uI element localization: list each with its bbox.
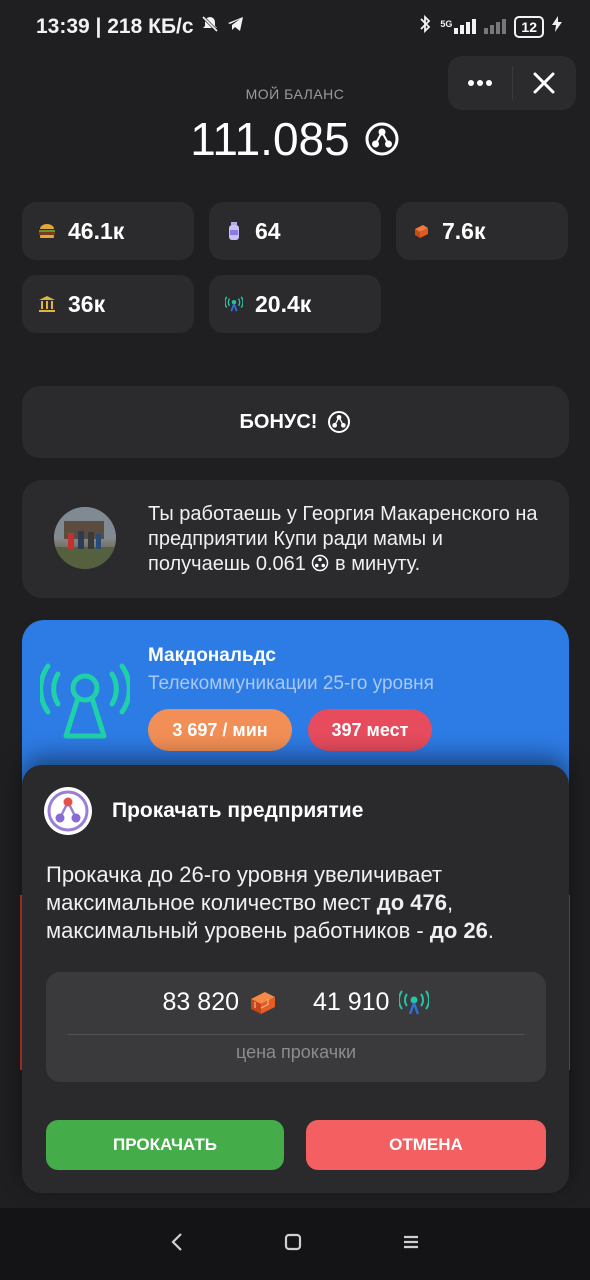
resource-tile-burgers[interactable]: 46.1к [22, 202, 194, 260]
price-antennas: 41 910 [313, 988, 390, 1016]
balance-value: 111.085 [190, 113, 350, 165]
dialog-title: Прокачать предприятие [112, 799, 364, 822]
price-row: 83 820 41 910 [46, 988, 546, 1017]
system-nav-bar [0, 1208, 590, 1280]
upgrade-button[interactable]: ПРОКАЧАТЬ [46, 1120, 284, 1170]
antenna-icon [399, 989, 430, 1014]
resource-tile-bricks[interactable]: 7.6к [396, 202, 568, 260]
balance-label: МОЙ БАЛАНС [245, 86, 345, 102]
employer-avatar [54, 507, 116, 569]
price-divider [68, 1034, 524, 1035]
status-right: 5G 12 [418, 14, 562, 39]
price-box: 83 820 41 910 цена прокачки [46, 972, 546, 1082]
network-label: 5G [440, 19, 453, 29]
desc-text: . [487, 918, 494, 943]
telegram-icon [226, 14, 246, 40]
status-time-speed: 13:39 | 218 КБ/с [36, 15, 194, 38]
resource-value: 7.6к [442, 217, 486, 244]
coin-icon [365, 122, 399, 156]
upgrade-icon [44, 787, 92, 835]
bonus-button[interactable]: БОНУС! [22, 386, 569, 458]
resource-value: 46.1к [68, 217, 125, 244]
brick-icon [412, 222, 430, 240]
coin-icon [312, 554, 329, 572]
company-subtitle: Телекоммуникации 25-го уровня [148, 673, 434, 694]
status-left: 13:39 | 218 КБ/с [36, 14, 246, 40]
employer-text: Ты работаешь у Георгия Макаренского на п… [148, 502, 548, 577]
home-icon [284, 1233, 302, 1250]
menu-icon [404, 1235, 418, 1248]
bank-icon [38, 295, 56, 313]
company-name: Макдональдс [148, 645, 276, 666]
brick-icon [251, 991, 275, 1014]
burger-icon [38, 222, 56, 240]
resource-tile-bank[interactable]: 36к [22, 275, 194, 333]
desc-seats-value: до 476 [376, 890, 448, 915]
cancel-button[interactable]: ОТМЕНА [306, 1120, 546, 1170]
income-rate-badge: 3 697 / мин [148, 709, 292, 751]
resource-value: 36к [68, 290, 106, 317]
employer-card[interactable]: Ты работаешь у Георгия Макаренского на п… [22, 480, 569, 598]
dialog-description: Прокачка до 26-го уровня увеличивает мак… [46, 861, 556, 945]
balance-value-row: 111.085 [0, 112, 590, 166]
bluetooth-icon [418, 14, 432, 39]
home-button[interactable] [284, 1233, 302, 1256]
bell-muted-icon [200, 14, 220, 40]
telecom-tower-icon [38, 654, 132, 749]
resource-value: 64 [255, 217, 281, 244]
battery-indicator: 12 [514, 15, 544, 38]
bonus-label: БОНУС! [239, 410, 318, 433]
signal-icon [484, 19, 507, 34]
charging-icon [552, 16, 562, 37]
back-button[interactable] [170, 1232, 184, 1257]
resource-value: 20.4к [255, 290, 312, 317]
price-label: цена прокачки [235, 1042, 357, 1062]
seats-badge: 397 мест [308, 709, 432, 751]
bottle-icon [225, 222, 243, 240]
desc-level-value: до 26 [429, 918, 488, 943]
status-bar: 13:39 | 218 КБ/с 5G 12 [0, 0, 590, 54]
price-bricks: 83 820 [162, 988, 239, 1016]
back-icon [171, 1232, 182, 1251]
coin-icon [328, 411, 351, 433]
antenna-icon [225, 295, 243, 313]
employer-description-suffix: в минуту. [335, 553, 421, 575]
menu-button[interactable] [402, 1234, 420, 1255]
signal-5g-icon: 5G [440, 19, 477, 34]
upgrade-dialog: Прокачать предприятие Прокачка до 26-го … [22, 765, 569, 1193]
resource-tile-bottles[interactable]: 64 [209, 202, 381, 260]
resource-tile-antenna[interactable]: 20.4к [209, 275, 381, 333]
